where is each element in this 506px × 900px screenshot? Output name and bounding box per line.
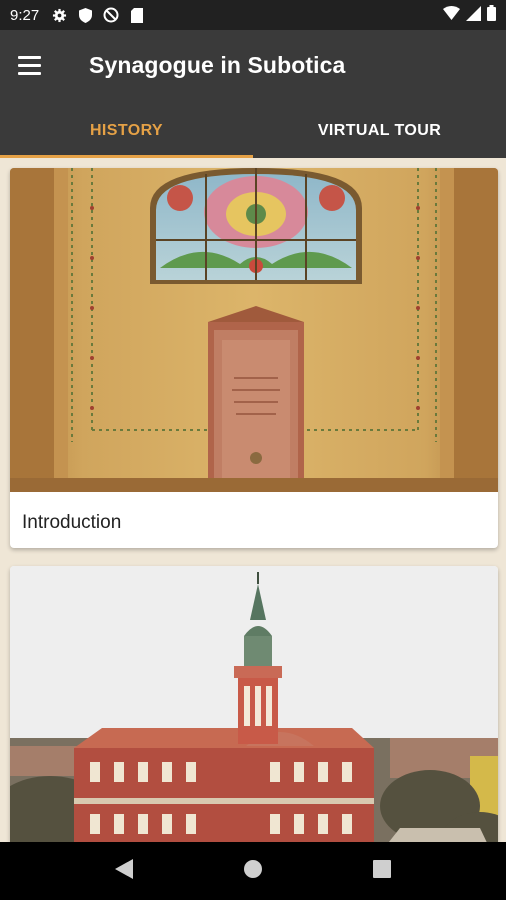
hamburger-menu-icon[interactable]	[18, 50, 52, 80]
app-bar: Synagogue in Subotica HISTORY VIRTUAL TO…	[0, 30, 506, 158]
signal-icon	[466, 5, 481, 25]
wifi-icon	[443, 6, 460, 24]
system-nav-bar	[0, 842, 506, 900]
recents-icon[interactable]	[373, 859, 391, 883]
history-card-city-hall[interactable]	[10, 566, 498, 842]
back-icon[interactable]	[115, 858, 133, 884]
app-title: Synagogue in Subotica	[89, 52, 346, 78]
status-time: 9:27	[10, 6, 40, 24]
sd-card-icon	[129, 7, 145, 23]
card-image-interior	[10, 168, 498, 492]
tab-bar: HISTORY VIRTUAL TOUR	[0, 104, 506, 158]
status-bar: 9:27	[0, 0, 506, 30]
gear-icon	[51, 7, 67, 23]
home-icon[interactable]	[243, 859, 263, 884]
battery-icon	[487, 5, 496, 25]
data-saver-icon	[103, 7, 119, 23]
card-caption: Introduction	[22, 512, 122, 533]
tab-history[interactable]: HISTORY	[0, 104, 253, 158]
card-image-city-hall	[10, 566, 498, 842]
tab-virtual-tour[interactable]: VIRTUAL TOUR	[253, 104, 506, 158]
history-list[interactable]: Introduction	[0, 158, 506, 842]
status-right-icons	[443, 5, 496, 25]
history-card-introduction[interactable]: Introduction	[10, 168, 498, 548]
shield-icon	[77, 7, 93, 23]
